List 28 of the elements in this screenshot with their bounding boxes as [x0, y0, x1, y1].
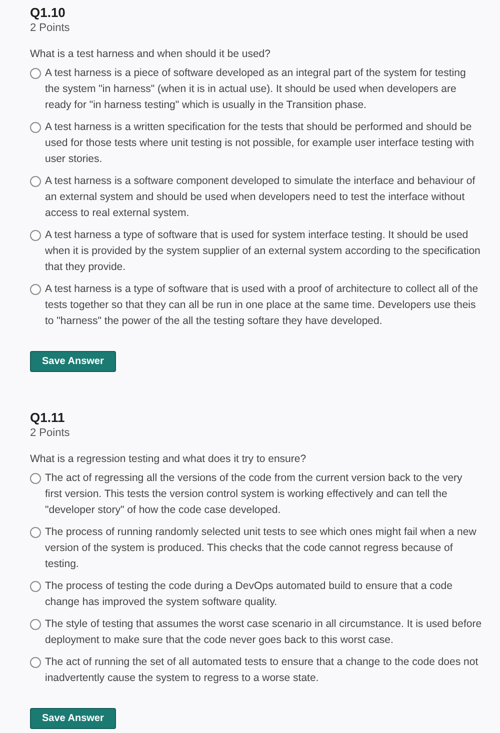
radio-button[interactable]: [30, 527, 41, 538]
save-answer-button[interactable]: Save Answer: [30, 351, 116, 372]
save-answer-button[interactable]: Save Answer: [30, 708, 116, 729]
answer-option-text[interactable]: A test harness is a piece of software developed as an integral part of the system for testing the system "in harness" (when it is in actual use). It should be used when developers are ready for "in harness testing" which is usually in the Transition phase.: [45, 65, 482, 113]
radio-button[interactable]: [30, 473, 41, 484]
question-number: Q1.11: [30, 409, 66, 426]
question-text: What is a test harness and when should it be used?: [30, 47, 272, 62]
points-label: 2 Points: [30, 21, 71, 36]
answer-option-text[interactable]: The act of regressing all the versions of the code from the current version back to the very first version. This tests the version control system is working effectively and can tell the "developer story" of how the code case developed.: [45, 470, 482, 518]
radio-button[interactable]: [30, 284, 41, 295]
radio-button[interactable]: [30, 581, 41, 592]
answer-option-text[interactable]: The act of running the set of all automated tests to ensure that a change to the code does not inadvertently cause the system to regress to a worse state.: [45, 654, 482, 686]
answer-option-text[interactable]: A test harness is a type of software that is used with a proof of architecture to collect all of the tests together so that they can all be run in one place at the same time. Developers use theis to "harness" the power of the all the testing softare they have developed.: [45, 281, 482, 329]
answer-option-text[interactable]: A test harness a type of software that is used for system interface testing. It should be used when it is provided by the system supplier of an external system according to the specification that they provide.: [45, 227, 482, 275]
radio-button[interactable]: [30, 657, 41, 668]
answer-option-text[interactable]: A test harness is a written specification for the tests that should be performed and should be used for those tests where unit testing is not possible, for example user interface testing with user stories.: [45, 119, 482, 167]
answer-option-text[interactable]: The style of testing that assumes the worst case scenario in all circumstance. It is used before deployment to make sure that the code never goes back to this worst case.: [45, 616, 482, 648]
points-label: 2 Points: [30, 426, 71, 441]
radio-button[interactable]: [30, 619, 41, 630]
radio-button[interactable]: [30, 68, 41, 79]
answer-option-text[interactable]: A test harness is a software component developed to simulate the interface and behaviour of an external system and should be used when developers need to test the interface without access to real external system.: [45, 173, 482, 221]
question-number: Q1.10: [30, 4, 66, 21]
answer-option-text[interactable]: The process of testing the code during a DevOps automated build to ensure that a code change has improved the system software quality.: [45, 578, 482, 610]
radio-button[interactable]: [30, 122, 41, 133]
question-text: What is a regression testing and what does it try to ensure?: [30, 452, 308, 467]
radio-button[interactable]: [30, 176, 41, 187]
radio-button[interactable]: [30, 230, 41, 241]
answer-option-text[interactable]: The process of running randomly selected unit tests to see which ones might fail when a new version of the system is produced. This checks that the code cannot regress because of testing.: [45, 524, 482, 572]
